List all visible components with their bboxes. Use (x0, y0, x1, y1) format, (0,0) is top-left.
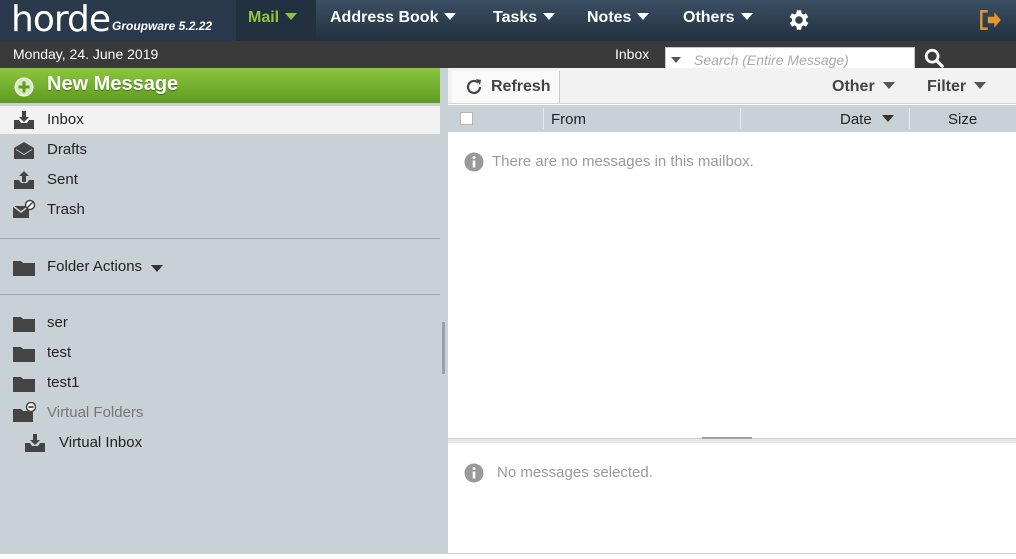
sidebar-item-label: test1 (47, 374, 80, 391)
sidebar-item-label: Virtual Inbox (59, 434, 143, 451)
bottom-strip (0, 553, 1016, 559)
nav-address-book[interactable]: Address Book (330, 0, 457, 41)
new-message-label: New Message (47, 73, 179, 95)
other-menu-button[interactable]: Other (832, 78, 895, 96)
pane-splitter[interactable] (440, 68, 448, 559)
column-separator (543, 108, 544, 129)
refresh-label: Refresh (491, 78, 551, 95)
chevron-down-icon (882, 82, 895, 89)
logo-word: horde (11, 0, 111, 40)
folder-actions-button[interactable]: Folder Actions (0, 253, 440, 281)
nav-notes-label: Notes (587, 9, 632, 26)
sidebar-item-virtual-folders[interactable]: Virtual Folders (0, 399, 440, 427)
sidebar-item-test1[interactable]: test1 (0, 369, 440, 397)
chevron-down-icon (285, 13, 298, 20)
sidebar-item-label: Drafts (47, 141, 88, 158)
no-selection-message: No messages selected. (497, 464, 653, 481)
column-size[interactable]: Size (948, 111, 977, 128)
inbox-icon (25, 434, 45, 452)
nav-mail[interactable]: Mail (236, 0, 316, 41)
search-input[interactable] (694, 50, 904, 70)
nav-others-label: Others (683, 9, 735, 26)
nav-notes[interactable]: Notes (587, 0, 650, 41)
sent-icon (14, 171, 34, 189)
select-all-checkbox[interactable] (460, 112, 473, 125)
nav-address-book-label: Address Book (330, 9, 439, 26)
refresh-icon (466, 79, 482, 95)
current-mailbox-label: Inbox (615, 46, 650, 62)
nav-tasks[interactable]: Tasks (493, 0, 556, 41)
sidebar-item-label: Sent (47, 171, 78, 188)
sidebar-divider (0, 238, 440, 239)
chevron-down-icon (974, 82, 987, 89)
current-date: Monday, 24. June 2019 (13, 46, 159, 62)
nav-mail-label: Mail (248, 9, 280, 26)
filter-menu-label: Filter (927, 78, 967, 95)
nav-tasks-label: Tasks (493, 9, 538, 26)
inbox-icon (14, 111, 34, 129)
chevron-down-icon (637, 13, 650, 20)
plus-circle-icon (14, 77, 34, 97)
sidebar-item-sent[interactable]: Sent (0, 166, 440, 194)
chevron-down-icon (151, 265, 163, 272)
sidebar-item-label: test (47, 344, 72, 361)
folder-icon (13, 347, 35, 362)
sidebar-item-ser[interactable]: ser (0, 309, 440, 337)
column-separator (909, 108, 910, 129)
nav-others[interactable]: Others (683, 0, 753, 41)
sidebar-divider (0, 294, 440, 295)
sort-down-icon (881, 115, 894, 122)
splitter-handle[interactable] (442, 322, 445, 374)
search-icon[interactable] (923, 47, 945, 69)
preview-splitter-handle[interactable] (702, 437, 752, 439)
sidebar-item-drafts[interactable]: Drafts (0, 136, 440, 164)
trash-icon (12, 199, 36, 218)
column-date-label: Date (840, 111, 872, 128)
message-pane (448, 68, 1016, 559)
sidebar-item-label: ser (47, 314, 68, 331)
folder-actions-label: Folder Actions (47, 258, 143, 275)
other-menu-label: Other (832, 78, 875, 95)
sidebar-item-label: Trash (47, 201, 85, 218)
empty-mailbox-message: There are no messages in this mailbox. (492, 153, 754, 170)
column-separator (740, 108, 741, 129)
drafts-icon (14, 142, 34, 159)
logout-icon[interactable] (977, 7, 1003, 33)
info-icon (464, 152, 484, 172)
column-from[interactable]: From (551, 111, 586, 128)
virtual-folder-icon (13, 402, 36, 422)
chevron-down-icon (740, 13, 753, 20)
horde-app: horde Groupware 5.2.22 Mail Address Book… (0, 0, 1016, 559)
search-scope-dropdown-icon[interactable] (671, 57, 681, 63)
column-date[interactable]: Date (840, 111, 894, 128)
sidebar-item-label: Virtual Folders (47, 404, 144, 421)
gear-icon[interactable] (786, 7, 812, 33)
folder-icon (13, 377, 35, 392)
sidebar-item-virtual-inbox[interactable]: Virtual Inbox (0, 429, 440, 457)
sidebar-item-trash[interactable]: Trash (0, 196, 440, 224)
chevron-down-icon (444, 13, 457, 20)
folder-icon (13, 317, 35, 332)
sidebar-item-test[interactable]: test (0, 339, 440, 367)
logo-version: Groupware 5.2.22 (112, 19, 213, 33)
message-list-header (448, 105, 1016, 132)
sidebar-item-inbox[interactable]: Inbox (0, 106, 440, 134)
sidebar-item-label: Inbox (47, 111, 84, 128)
chevron-down-icon (543, 13, 556, 20)
filter-menu-button[interactable]: Filter (927, 78, 987, 96)
logo[interactable]: horde Groupware 5.2.22 (0, 0, 236, 41)
folder-icon (13, 261, 35, 276)
info-icon (464, 463, 484, 483)
